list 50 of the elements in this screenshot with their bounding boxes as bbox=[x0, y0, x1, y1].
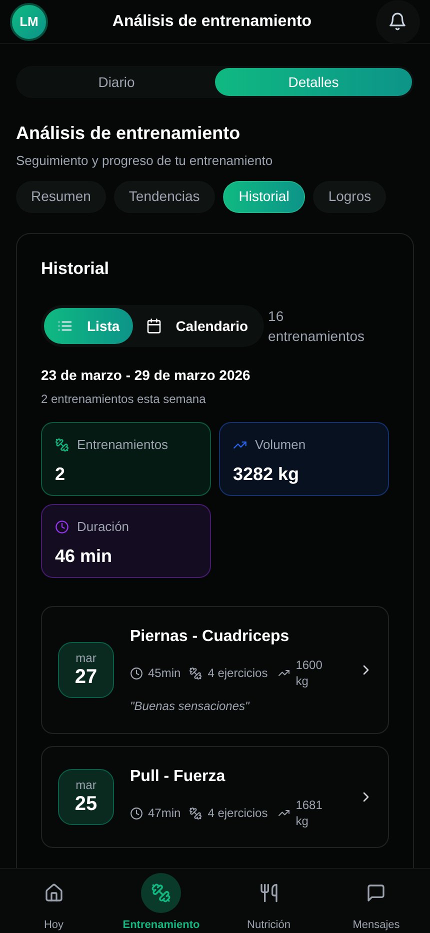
workout-title: Piernas - Cuadriceps bbox=[130, 627, 290, 647]
dumbbell-icon bbox=[188, 806, 202, 820]
workout-card[interactable]: mar 25 Pull - Fuerza 47min 4 ejercicios 1681 kg bbox=[41, 746, 389, 848]
dumbbell-icon bbox=[151, 882, 172, 903]
workout-exercises: 4 ejercicios bbox=[208, 805, 269, 821]
page-title: Análisis de entrenamiento bbox=[16, 122, 242, 145]
nav-item[interactable]: Entrenamiento bbox=[108, 869, 215, 933]
stat-value: 3282 kg bbox=[233, 462, 300, 486]
calendar-icon bbox=[146, 318, 162, 334]
section-tab[interactable]: Logros bbox=[313, 180, 386, 212]
workout-volume: 1681 kg bbox=[296, 797, 324, 829]
dumbbell-icon bbox=[188, 666, 202, 680]
nav-item[interactable]: Nutrición bbox=[215, 869, 322, 933]
section-title: Historial bbox=[41, 258, 110, 280]
workout-note: "Buenas sensaciones" bbox=[130, 698, 251, 715]
date-month: mar bbox=[76, 651, 96, 665]
clock-icon bbox=[130, 666, 143, 680]
header-title: Análisis de entrenamiento bbox=[112, 12, 312, 32]
workout-volume: 1600 kg bbox=[296, 657, 324, 689]
workout-title: Pull - Fuerza bbox=[130, 767, 226, 787]
workout-duration: 47min bbox=[148, 805, 181, 822]
trend-up-icon bbox=[278, 807, 290, 819]
home-icon bbox=[44, 882, 64, 903]
date-day: 25 bbox=[74, 792, 98, 816]
chat-bubble-icon bbox=[366, 882, 386, 903]
workout-exercises: 4 ejercicios bbox=[208, 665, 269, 681]
stat-label: Duración bbox=[77, 518, 130, 536]
section-tab[interactable]: Resumen bbox=[16, 180, 106, 212]
notification-button[interactable] bbox=[376, 0, 420, 44]
page-subtitle: Seguimiento y progreso de tu entrenamiento bbox=[16, 152, 274, 170]
view-tab[interactable]: Diario bbox=[18, 68, 215, 96]
week-range: 23 de marzo - 29 de marzo 2026 bbox=[41, 366, 252, 385]
date-day: 27 bbox=[74, 665, 98, 689]
stat-label: Volumen bbox=[255, 436, 306, 454]
trend-up-icon bbox=[278, 667, 290, 679]
stat-value: 46 min bbox=[55, 544, 114, 568]
bell-icon bbox=[388, 12, 408, 31]
date-month: mar bbox=[76, 778, 96, 792]
nav-item[interactable]: Mensajes bbox=[322, 869, 430, 933]
section-tab[interactable]: Tendencias bbox=[114, 180, 215, 212]
stat-value: 2 bbox=[55, 462, 66, 486]
clock-icon bbox=[130, 806, 143, 820]
workout-duration: 45min bbox=[148, 665, 181, 682]
workout-card[interactable]: mar 27 Piernas - Cuadriceps 45min 4 ejercicios 1600 kg "Buenas sensaciones" bbox=[41, 606, 389, 734]
workout-count: 16 entrenamientos bbox=[268, 307, 366, 346]
stat-label: Entrenamientos bbox=[77, 436, 168, 454]
nav-item[interactable]: Hoy bbox=[0, 869, 108, 933]
fork-knife-icon bbox=[258, 882, 279, 903]
mode-button[interactable]: Calendario bbox=[132, 308, 262, 344]
week-summary: 2 entrenamientos esta semana bbox=[41, 391, 207, 408]
